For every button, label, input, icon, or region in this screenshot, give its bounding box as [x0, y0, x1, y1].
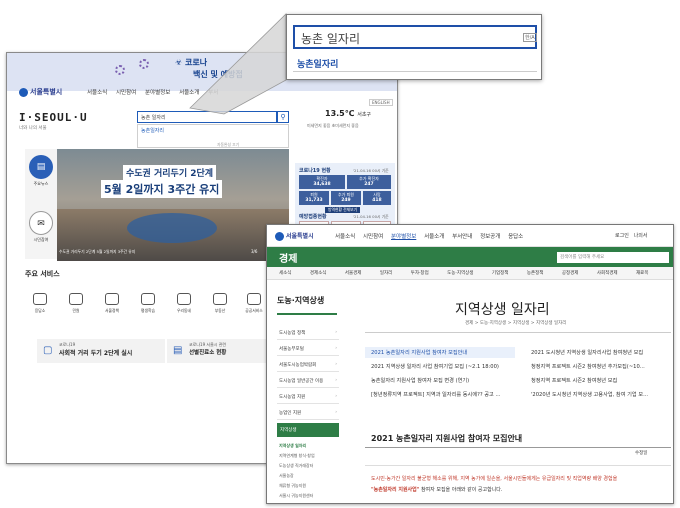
nav-item[interactable]: 부서안내 [452, 234, 472, 240]
sub-nav-item[interactable]: 기업정책 [492, 271, 509, 276]
notice-meta: 수정일 [635, 451, 648, 456]
sub-nav-item[interactable]: 서울경제 [345, 271, 362, 276]
sidebar-subitem[interactable]: 도농상생 직거래장터 [279, 463, 313, 469]
sidebar-title: 도농·지역상생 [277, 296, 325, 305]
sidebar-subitem[interactable]: 서울농장 [279, 473, 294, 479]
sub-nav-item[interactable]: 사회적경제 [597, 271, 618, 276]
sub-nav-item[interactable]: 농촌정책 [527, 271, 544, 276]
divider [365, 465, 671, 466]
list-item[interactable]: '2020년 도시청년 지역상생 고용사업, 참여 기업 모... [531, 391, 648, 398]
sidebar-subitem[interactable]: 체류형 귀농지원 [279, 483, 306, 489]
list-item[interactable]: 청정지역 프로젝트 시즌2 참여청년 추가모집(~10... [531, 363, 645, 370]
zoom-callout: 농촌 일자리 한/A 농촌일자리 [286, 14, 542, 80]
page-title: 지역상생 일자리 [455, 302, 550, 318]
nav-item[interactable]: 시민참여 [363, 234, 383, 240]
sidebar-item[interactable]: 농업인 지원 [277, 407, 339, 420]
economy-page-screenshot: 서울특별시 서울소식 시민참여 분야별정보 서울소개 부서안내 정보공개 응답소… [266, 224, 674, 504]
sidebar-subitem[interactable]: 서울시 귀농지원센터 [279, 493, 313, 499]
sidebar-item[interactable]: 도시농업 지원 [277, 391, 339, 404]
nav-item[interactable]: 서울소식 [335, 234, 355, 240]
nav-item[interactable]: 응답소 [508, 234, 523, 240]
list-item[interactable]: 2021 지역상생 일자리 사업 참여기업 모집 (~2.1 18:00) [371, 363, 499, 370]
sub-nav-item[interactable]: 공정경제 [562, 271, 579, 276]
breadcrumb: 경제 > 도농·지역상생 > 지역상생 > 지역상생 일자리 [465, 321, 567, 326]
sidebar-divider [277, 313, 337, 315]
notice-body: 도시민·농가간 일자리 불균형 해소를 위해, 지역 농가에 일손을, 서울시민… [371, 476, 618, 482]
list-item[interactable]: 2021 도시청년 지역상생 일자리사업 참여청년 모집 [531, 349, 643, 356]
sidebar-item[interactable]: 서울도시농업박람회 [277, 359, 339, 372]
section-title: 경제 [279, 254, 298, 265]
suggestion-item-zoomed[interactable]: 농촌일자리 [297, 57, 338, 70]
sub-nav-item[interactable]: 일자리 [380, 271, 392, 276]
my-link[interactable]: 나의서 [634, 233, 648, 239]
seoul-logo[interactable]: 서울특별시 [275, 231, 314, 241]
sub-nav-item[interactable]: 투자·창업 [411, 271, 429, 276]
sidebar-subitem[interactable]: 지역연계형 창식·창업 [279, 453, 315, 459]
keyboard-icon[interactable]: 한/A [523, 33, 537, 42]
notice-title: 2021 농촌일자리 지원사업 참여자 모집안내 [371, 434, 523, 443]
divider [365, 447, 671, 448]
list-item[interactable]: 청정지역 프로젝트 시즌2 참여청년 모집 [531, 377, 617, 384]
seoul-logo-icon [275, 232, 284, 241]
notice-body-2: "농촌일자리 지원사업" 참여자 모집을 아래와 같이 공고합니다. [371, 487, 503, 493]
sidebar-item-selected[interactable]: 지역상생 [277, 423, 339, 437]
sub-nav: 세소식 경제소식 서울경제 일자리 투자·창업 도농·지역상생 기업정책 농촌정… [267, 267, 673, 280]
list-item[interactable]: 농촌일자리 지원사업 참여자 모집 변경 (연기) [371, 377, 469, 384]
sub-nav-item[interactable]: 도농·지역상생 [447, 271, 473, 276]
login-link[interactable]: 로그인 [615, 233, 629, 239]
sidebar-item[interactable]: 도시농업 일반공간 이용 [277, 375, 339, 388]
list-item[interactable]: 2021 농촌일자리 지원사업 참여자 모집안내 [371, 349, 467, 356]
nav-item-active[interactable]: 분야별정보 [391, 234, 416, 240]
sidebar-item[interactable]: 서울농부포털 [277, 343, 339, 356]
sidebar-subitem-active[interactable]: 지역상생 일자리 [279, 443, 306, 449]
nav-item[interactable]: 정보공개 [480, 234, 500, 240]
sidebar-item[interactable]: 도시농업 정책 [277, 327, 339, 340]
main-nav: 서울소식 시민참여 분야별정보 서울소개 부서안내 정보공개 응답소 [335, 232, 529, 240]
divider [293, 71, 537, 72]
utility-links: 로그인 나의서 [615, 232, 647, 239]
nav-item[interactable]: 서울소개 [424, 234, 444, 240]
search-input-zoomed[interactable]: 농촌 일자리 [293, 25, 537, 49]
divider [365, 332, 671, 333]
section-search-input[interactable]: 검색어를 입력해 주세요 [557, 252, 669, 263]
sub-nav-item[interactable]: 세소식 [279, 271, 291, 276]
sub-nav-item[interactable]: 재료목 [636, 271, 648, 276]
sub-nav-item[interactable]: 경제소식 [310, 271, 327, 276]
list-item[interactable]: [청년정류지역 프로젝트] 지역과 일자리를 동시에?? 공고 ... [371, 391, 500, 398]
